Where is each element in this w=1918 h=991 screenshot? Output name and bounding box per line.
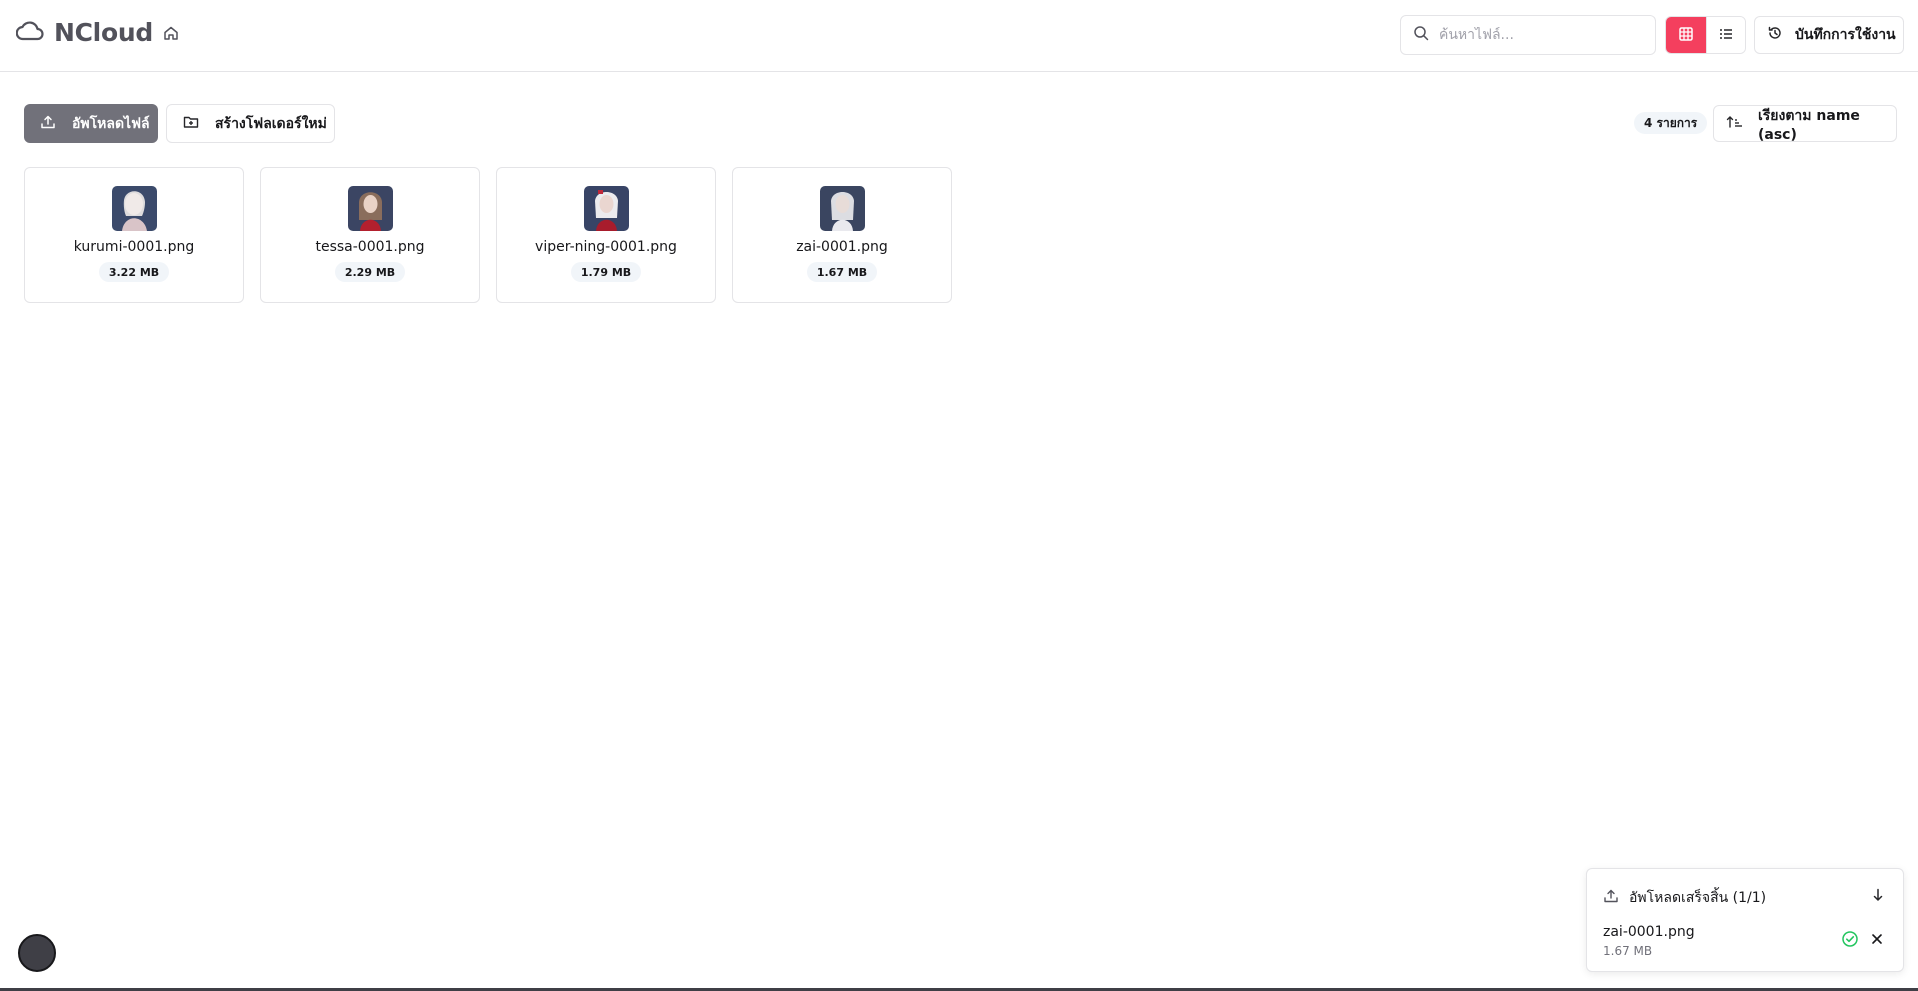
file-size-badge: 2.29 MB <box>334 262 406 282</box>
sort-label: เรียงตาม name (asc) <box>1758 107 1860 143</box>
sort-button[interactable]: เรียงตาม name (asc) <box>1713 105 1897 143</box>
upload-file-label: อัพโหลดไฟล์ <box>72 115 150 132</box>
file-thumbnail <box>111 186 157 231</box>
floating-action-button[interactable] <box>18 934 56 972</box>
new-folder-label: สร้างโฟลเดอร์ใหม่ <box>215 115 327 132</box>
file-size-badge: 3.22 MB <box>98 262 170 282</box>
history-icon <box>1767 25 1783 45</box>
folder-plus-icon <box>183 114 199 134</box>
file-thumbnail <box>819 186 865 231</box>
grid-icon <box>1678 26 1694 46</box>
upload-icon <box>40 114 56 134</box>
item-count-badge: 4 รายการ <box>1634 112 1708 134</box>
file-size-badge: 1.79 MB <box>570 262 642 282</box>
view-toggle <box>1665 16 1746 54</box>
history-label: บันทึกการใช้งาน <box>1795 27 1896 43</box>
home-button[interactable] <box>160 24 182 46</box>
file-name: viper-ning-0001.png <box>535 239 677 255</box>
top-bar: NCloud บันทึกการใช้งาน <box>0 0 1918 72</box>
file-size-badge: 1.67 MB <box>806 262 878 282</box>
upload-status-panel: อัพโหลดเสร็จสิ้น (1/1) zai-0001.png 1.67… <box>1586 868 1904 972</box>
file-thumbnail <box>583 186 629 231</box>
upload-panel-header: อัพโหลดเสร็จสิ้น (1/1) <box>1603 887 1766 909</box>
uploaded-file-name: zai-0001.png <box>1603 924 1695 940</box>
file-card[interactable]: zai-0001.png 1.67 MB <box>732 167 952 303</box>
file-name: zai-0001.png <box>796 239 888 255</box>
upload-icon <box>1603 888 1619 908</box>
grid-view-button[interactable] <box>1666 17 1706 53</box>
home-icon <box>163 25 179 45</box>
file-thumbnail <box>347 186 393 231</box>
upload-file-button[interactable]: อัพโหลดไฟล์ <box>24 104 158 143</box>
file-card[interactable]: kurumi-0001.png 3.22 MB <box>24 167 244 303</box>
history-button[interactable]: บันทึกการใช้งาน <box>1754 16 1904 54</box>
list-icon <box>1718 26 1734 46</box>
check-circle-icon <box>1841 930 1859 948</box>
app-title: NCloud <box>54 18 153 47</box>
upload-panel-title: อัพโหลดเสร็จสิ้น (1/1) <box>1629 890 1767 906</box>
arrow-down-icon <box>1872 887 1884 906</box>
collapse-panel-button[interactable] <box>1869 887 1887 905</box>
brand-logo[interactable]: NCloud <box>15 18 153 47</box>
search-icon <box>1413 25 1429 45</box>
sort-asc-icon <box>1726 114 1744 134</box>
file-name: tessa-0001.png <box>315 239 425 255</box>
new-folder-button[interactable]: สร้างโฟลเดอร์ใหม่ <box>166 104 335 143</box>
file-card[interactable]: tessa-0001.png 2.29 MB <box>260 167 480 303</box>
list-view-button[interactable] <box>1705 17 1745 53</box>
cloud-icon <box>15 20 44 46</box>
remove-upload-button[interactable] <box>1867 929 1887 949</box>
close-icon <box>1871 930 1883 949</box>
file-card[interactable]: viper-ning-0001.png 1.79 MB <box>496 167 716 303</box>
search-input[interactable] <box>1439 27 1639 43</box>
uploaded-file-size: 1.67 MB <box>1603 944 1653 958</box>
file-name: kurumi-0001.png <box>73 239 195 255</box>
search-box[interactable] <box>1400 15 1656 55</box>
